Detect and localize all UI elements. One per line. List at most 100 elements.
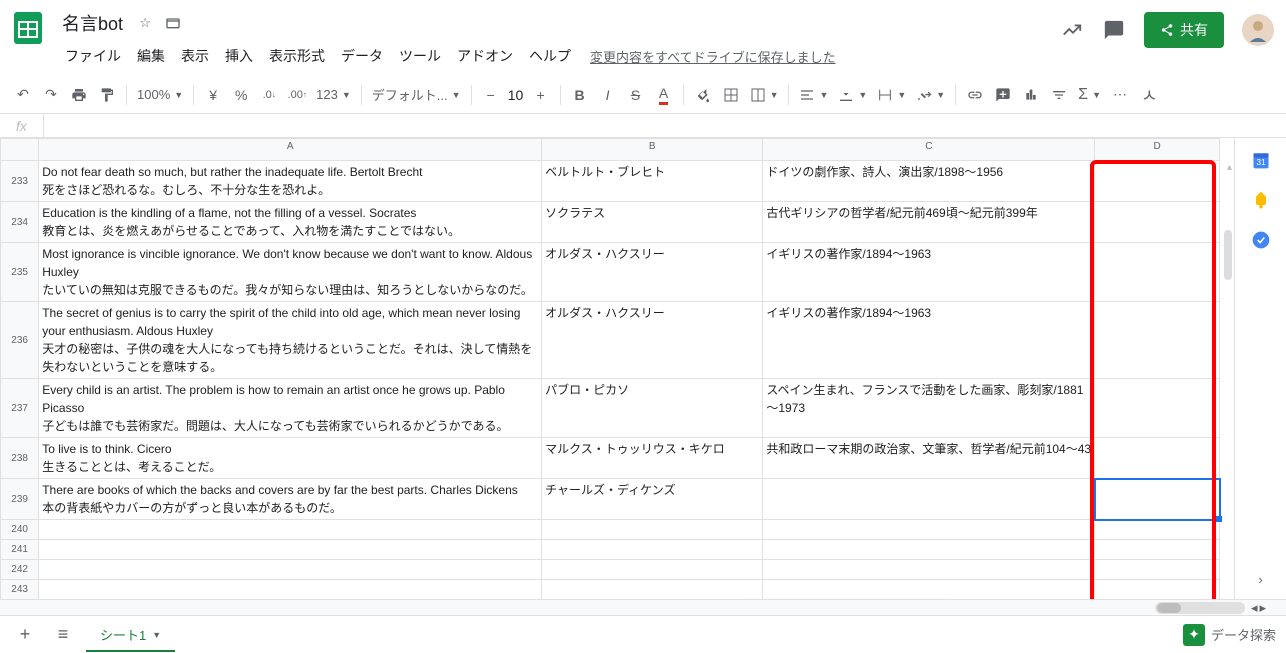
cell[interactable]: イギリスの著作家/1894～1963 [763,302,1095,379]
font-size-increase[interactable]: + [528,82,554,108]
cell[interactable]: イギリスの著作家/1894～1963 [763,243,1095,302]
cell[interactable] [763,560,1095,580]
col-header-A[interactable]: A [39,139,542,161]
filter-button[interactable] [1046,82,1072,108]
more-horizontal-button[interactable]: ⋯ [1107,82,1133,108]
side-panel-collapse-icon[interactable]: › [1258,572,1262,587]
cell[interactable]: Every child is an artist. The problem is… [39,379,542,438]
save-status[interactable]: 変更内容をすべてドライブに保存しました [590,47,836,66]
vertical-scrollbar[interactable]: ▴ [1220,160,1234,599]
halign-button[interactable]: ▼ [795,82,832,108]
cell[interactable] [1095,479,1220,520]
percent-button[interactable]: % [228,82,254,108]
valign-button[interactable]: ▼ [834,82,871,108]
horizontal-scrollbar[interactable]: ◂▸ [0,599,1286,615]
cell[interactable] [1095,540,1220,560]
row-header[interactable]: 242 [1,560,39,580]
cell[interactable]: マルクス・トゥッリウス・キケロ [542,438,763,479]
row-header[interactable]: 243 [1,580,39,600]
collapse-toolbar-button[interactable]: ㅅ [1135,82,1164,108]
star-icon[interactable]: ☆ [135,13,155,33]
menu-file[interactable]: ファイル [58,42,128,70]
activity-icon[interactable] [1060,18,1084,42]
cell[interactable] [763,479,1095,520]
cell[interactable] [1095,243,1220,302]
menu-tools[interactable]: ツール [392,42,448,70]
zoom-dropdown[interactable]: 100%▼ [133,82,187,108]
menu-help[interactable]: ヘルプ [522,42,578,70]
row-header[interactable]: 237 [1,379,39,438]
row-header[interactable]: 240 [1,520,39,540]
menu-addons[interactable]: アドオン [450,42,520,70]
sheets-logo[interactable] [8,8,48,48]
strikethrough-button[interactable]: S [623,82,649,108]
col-header-D[interactable]: D [1095,139,1220,161]
cell[interactable] [542,580,763,600]
move-icon[interactable] [163,13,183,33]
cell[interactable] [1095,520,1220,540]
italic-button[interactable]: I [595,82,621,108]
undo-button[interactable]: ↶ [10,82,36,108]
cell[interactable] [39,520,542,540]
cell[interactable]: ドイツの劇作家、詩人、演出家/1898～1956 [763,161,1095,202]
currency-button[interactable]: ¥ [200,82,226,108]
row-header[interactable]: 238 [1,438,39,479]
font-size-decrease[interactable]: − [478,82,504,108]
cell[interactable]: To live is to think. Cicero 生きることとは、考えるこ… [39,438,542,479]
cell[interactable]: チャールズ・ディケンズ [542,479,763,520]
cell[interactable]: Most ignorance is vincible ignorance. We… [39,243,542,302]
cell[interactable]: ソクラテス [542,202,763,243]
formula-input[interactable] [44,114,1286,137]
calendar-icon[interactable]: 31 [1251,150,1271,170]
menu-data[interactable]: データ [334,42,390,70]
row-header[interactable]: 235 [1,243,39,302]
cell[interactable] [39,580,542,600]
cell[interactable] [542,520,763,540]
row-header[interactable]: 241 [1,540,39,560]
cell[interactable] [1095,161,1220,202]
cell[interactable]: オルダス・ハクスリー [542,302,763,379]
corner-cell[interactable] [1,139,39,161]
menu-format[interactable]: 表示形式 [262,42,332,70]
row-header[interactable]: 233 [1,161,39,202]
cell[interactable] [763,580,1095,600]
col-header-C[interactable]: C [763,139,1095,161]
row-header[interactable]: 234 [1,202,39,243]
font-dropdown[interactable]: デフォルト...▼ [368,82,465,108]
cell[interactable] [1095,302,1220,379]
cell[interactable]: 古代ギリシアの哲学者/紀元前469頃～紀元前399年 [763,202,1095,243]
cell[interactable] [1095,379,1220,438]
cell[interactable] [1095,438,1220,479]
menu-edit[interactable]: 編集 [130,42,172,70]
cell[interactable] [1095,580,1220,600]
explore-button[interactable]: ✦ データ探索 [1183,624,1276,646]
increase-decimal-button[interactable]: .00↑ [284,82,310,108]
comment-icon[interactable] [1102,18,1126,42]
fill-color-button[interactable] [690,82,716,108]
cell[interactable]: There are books of which the backs and c… [39,479,542,520]
bold-button[interactable]: B [567,82,593,108]
avatar[interactable] [1242,14,1274,46]
link-button[interactable] [962,82,988,108]
cell[interactable]: Do not fear death so much, but rather th… [39,161,542,202]
cell[interactable] [542,540,763,560]
functions-button[interactable]: Σ▼ [1074,82,1105,108]
redo-button[interactable]: ↷ [38,82,64,108]
tasks-icon[interactable] [1251,230,1271,250]
cell[interactable] [763,520,1095,540]
insert-chart-button[interactable] [1018,82,1044,108]
cell[interactable] [39,540,542,560]
insert-comment-button[interactable] [990,82,1016,108]
cell[interactable]: スペイン生まれ、フランスで活動をした画家、彫刻家/1881～1973 [763,379,1095,438]
decrease-decimal-button[interactable]: .0↓ [256,82,282,108]
wrap-button[interactable]: ▼ [873,82,910,108]
row-header[interactable]: 236 [1,302,39,379]
merge-button[interactable]: ▼ [746,82,783,108]
cell[interactable]: Education is the kindling of a flame, no… [39,202,542,243]
cell[interactable]: 共和政ローマ末期の政治家、文筆家、哲学者/紀元前104～43 [763,438,1095,479]
share-button[interactable]: 共有 [1144,12,1224,48]
add-sheet-button[interactable]: + [10,620,40,650]
col-header-B[interactable]: B [542,139,763,161]
sheet-area[interactable]: A B C D 233Do not fear death so much, bu… [0,138,1234,599]
cell[interactable]: ベルトルト・ブレヒト [542,161,763,202]
